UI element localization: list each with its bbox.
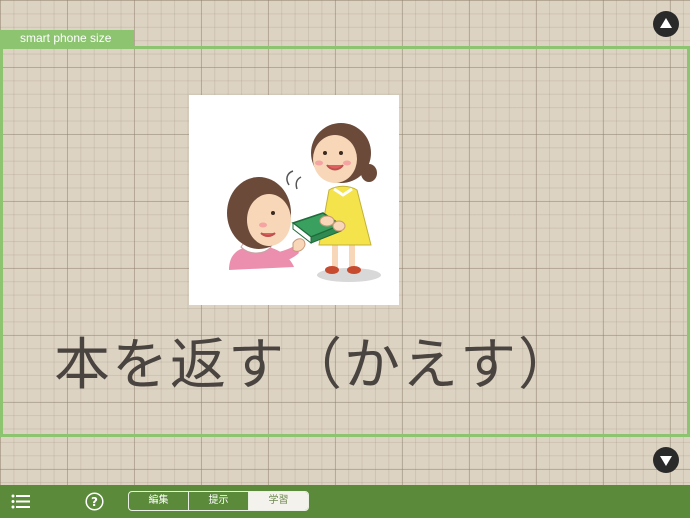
svg-text:?: ? xyxy=(91,495,98,509)
triangle-down-icon xyxy=(660,456,672,466)
girl-returning-book-illustration xyxy=(227,123,381,282)
question-circle-icon[interactable]: ? xyxy=(85,492,104,511)
mode-present-tab[interactable]: 提示 xyxy=(189,492,249,510)
mode-switcher: 編集 提示 学習 xyxy=(128,491,309,511)
list-icon[interactable] xyxy=(11,493,31,510)
card-caption: 本を返す（かえす） xyxy=(54,333,576,398)
phone-size-label: smart phone size xyxy=(0,30,134,47)
card-illustration xyxy=(189,95,399,305)
bottom-toolbar: ? 編集 提示 学習 xyxy=(0,485,690,518)
mode-learn-tab[interactable]: 学習 xyxy=(249,492,308,510)
scroll-up-button[interactable] xyxy=(653,11,679,37)
mode-edit-tab[interactable]: 編集 xyxy=(129,492,189,510)
triangle-up-icon xyxy=(660,18,672,28)
scroll-down-button[interactable] xyxy=(653,447,679,473)
